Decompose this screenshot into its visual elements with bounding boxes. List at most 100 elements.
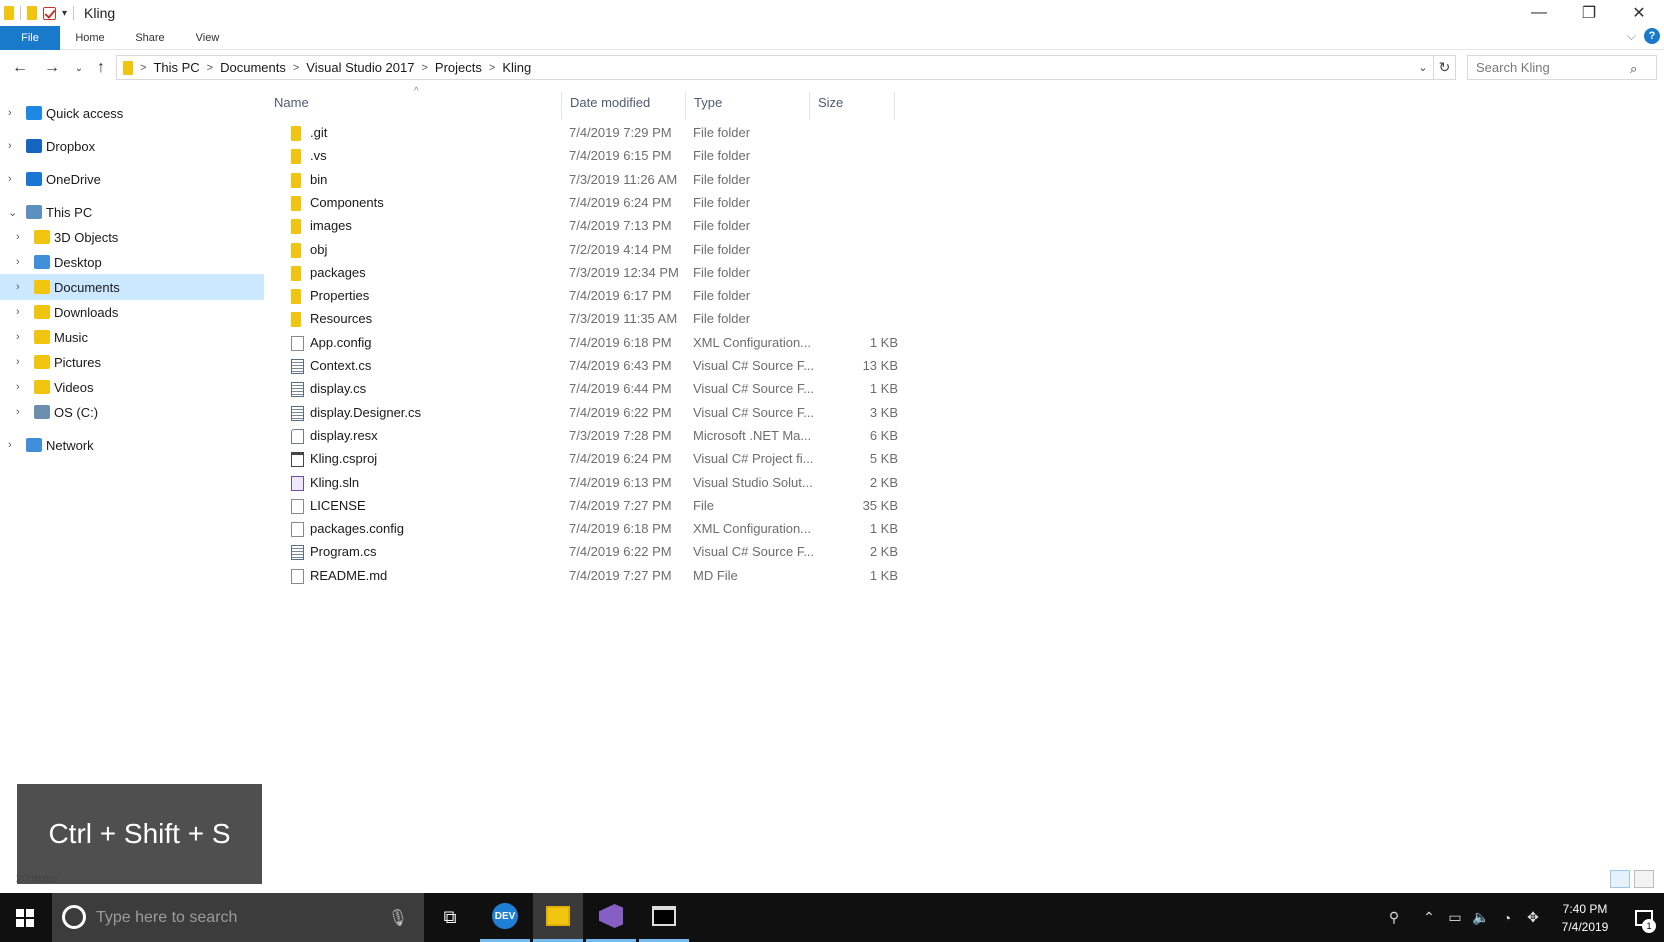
battery-icon[interactable]: ▭: [1443, 909, 1467, 926]
collapse-chevron-icon[interactable]: ⌄: [8, 206, 17, 219]
expand-chevron-icon[interactable]: ›: [16, 381, 20, 393]
taskbar-search-box[interactable]: Type here to search 🎙: [52, 893, 424, 942]
column-header-date-modified[interactable]: Date modified: [562, 84, 685, 120]
tab-file[interactable]: File: [0, 25, 60, 50]
nav-item-dropbox[interactable]: › Dropbox: [0, 133, 264, 159]
breadcrumb-separator-icon[interactable]: >: [421, 62, 427, 74]
taskbar-edge-dev[interactable]: DEV: [480, 893, 530, 942]
nav-item-downloads[interactable]: › Downloads: [0, 299, 264, 325]
file-row[interactable]: LICENSE 7/4/2019 7:27 PM File 35 KB: [266, 495, 906, 518]
address-dropdown-chevron-icon[interactable]: ⌄: [1413, 61, 1433, 74]
expand-chevron-icon[interactable]: ›: [16, 406, 20, 418]
address-bar[interactable]: > This PC > Documents > Visual Studio 20…: [116, 55, 1456, 80]
file-row[interactable]: App.config 7/4/2019 6:18 PM XML Configurat…: [266, 332, 906, 355]
breadcrumb-projects[interactable]: Projects: [435, 60, 482, 75]
breadcrumb-documents[interactable]: Documents: [220, 60, 286, 75]
nav-item-pictures[interactable]: › Pictures: [0, 349, 264, 375]
file-row[interactable]: Properties 7/4/2019 6:17 PM File folder: [266, 285, 906, 308]
forward-arrow-icon[interactable]: →: [40, 56, 64, 80]
file-row[interactable]: README.md 7/4/2019 7:27 PM MD File 1 KB: [266, 565, 906, 588]
taskbar-command-prompt[interactable]: [639, 893, 689, 942]
file-row[interactable]: Resources 7/3/2019 11:35 AM File folder: [266, 308, 906, 331]
expand-chevron-icon[interactable]: ›: [8, 107, 12, 119]
nav-item-music[interactable]: › Music: [0, 324, 264, 350]
refresh-icon[interactable]: ↻: [1433, 56, 1455, 79]
taskbar-clock[interactable]: 7:40 PM 7/4/2019: [1546, 900, 1624, 936]
expand-chevron-icon[interactable]: ›: [16, 281, 20, 293]
nav-item-this-pc[interactable]: ⌄ This PC: [0, 199, 264, 225]
breadcrumb-separator-icon[interactable]: >: [293, 62, 299, 74]
column-header-size[interactable]: Size: [810, 84, 894, 120]
nav-item-3d-objects[interactable]: › 3D Objects: [0, 224, 264, 250]
breadcrumb-visual-studio-2017[interactable]: Visual Studio 2017: [306, 60, 414, 75]
help-icon[interactable]: ?: [1644, 28, 1660, 44]
expand-chevron-icon[interactable]: ›: [16, 306, 20, 318]
properties-icon[interactable]: [43, 6, 56, 20]
expand-chevron-icon[interactable]: ›: [16, 256, 20, 268]
expand-ribbon-chevron-icon[interactable]: ⌵: [1627, 29, 1636, 44]
tab-home[interactable]: Home: [60, 26, 120, 50]
file-row[interactable]: display.Designer.cs 7/4/2019 6:22 PM Visua…: [266, 402, 906, 425]
nav-item-quick-access[interactable]: › Quick access: [0, 100, 264, 126]
minimize-button[interactable]: —: [1514, 0, 1564, 26]
file-row[interactable]: .vs 7/4/2019 6:15 PM File folder: [266, 145, 906, 168]
nav-item-desktop[interactable]: › Desktop: [0, 249, 264, 275]
file-row[interactable]: Kling.csproj 7/4/2019 6:24 PM Visual C# Pr…: [266, 448, 906, 471]
file-row[interactable]: Program.cs 7/4/2019 6:22 PM Visual C# Sour…: [266, 541, 906, 564]
breadcrumb-kling[interactable]: Kling: [502, 60, 531, 75]
large-icons-view-icon[interactable]: [1634, 870, 1654, 888]
show-hidden-icons-chevron-icon[interactable]: ⌃: [1417, 909, 1441, 926]
file-row[interactable]: display.cs 7/4/2019 6:44 PM Visual C# Sour…: [266, 378, 906, 401]
taskbar-visual-studio[interactable]: [586, 893, 636, 942]
column-header-type[interactable]: Type: [686, 84, 809, 120]
file-row[interactable]: packages 7/3/2019 12:34 PM File folder: [266, 262, 906, 285]
nav-item-onedrive[interactable]: › OneDrive: [0, 166, 264, 192]
expand-chevron-icon[interactable]: ›: [8, 439, 12, 451]
nav-item-videos[interactable]: › Videos: [0, 374, 264, 400]
expand-chevron-icon[interactable]: ›: [16, 331, 20, 343]
file-row[interactable]: obj 7/2/2019 4:14 PM File folder: [266, 239, 906, 262]
file-row[interactable]: .git 7/4/2019 7:29 PM File folder: [266, 122, 906, 145]
maximize-button[interactable]: ❐: [1564, 0, 1614, 26]
volume-icon[interactable]: 🔈: [1469, 909, 1493, 926]
dropbox-tray-icon[interactable]: ✥: [1521, 909, 1545, 926]
back-arrow-icon[interactable]: ←: [8, 56, 32, 80]
file-row[interactable]: Kling.sln 7/4/2019 6:13 PM Visual Studio S…: [266, 472, 906, 495]
breadcrumb-separator-icon[interactable]: >: [207, 62, 213, 74]
microphone-icon[interactable]: 🎙: [388, 908, 408, 928]
file-row[interactable]: Context.cs 7/4/2019 6:43 PM Visual C# Sour…: [266, 355, 906, 378]
expand-chevron-icon[interactable]: ›: [16, 356, 20, 368]
network-wifi-icon[interactable]: ◔: [1495, 910, 1519, 926]
search-icon[interactable]: ⌕: [1630, 61, 1637, 77]
up-arrow-icon[interactable]: ↑: [89, 56, 113, 80]
breadcrumb-this-pc[interactable]: This PC: [153, 60, 199, 75]
tab-view[interactable]: View: [180, 26, 235, 50]
expand-chevron-icon[interactable]: ›: [16, 231, 20, 243]
action-center-button[interactable]: 1: [1624, 893, 1664, 942]
new-folder-icon[interactable]: [27, 6, 37, 20]
recent-locations-chevron-icon[interactable]: ⌄: [67, 56, 91, 80]
nav-item-documents[interactable]: › Documents: [0, 274, 264, 300]
expand-chevron-icon[interactable]: ›: [8, 140, 12, 152]
nav-item-os-c[interactable]: › OS (C:): [0, 399, 264, 425]
file-row[interactable]: bin 7/3/2019 11:26 AM File folder: [266, 169, 906, 192]
close-button[interactable]: ✕: [1614, 0, 1664, 26]
start-button[interactable]: [0, 893, 50, 942]
column-header-name[interactable]: Name ^: [266, 84, 561, 120]
file-row[interactable]: Components 7/4/2019 6:24 PM File folder: [266, 192, 906, 215]
people-icon[interactable]: ⚲: [1382, 909, 1406, 926]
expand-chevron-icon[interactable]: ›: [8, 173, 12, 185]
file-row[interactable]: display.resx 7/3/2019 7:28 PM Microsoft .N…: [266, 425, 906, 448]
breadcrumb-separator-icon[interactable]: >: [140, 62, 146, 74]
customize-toolbar-arrow-icon[interactable]: ▾: [62, 8, 67, 19]
nav-item-network[interactable]: › Network: [0, 432, 264, 458]
column-divider[interactable]: [894, 92, 895, 120]
file-row[interactable]: packages.config 7/4/2019 6:18 PM XML Confi…: [266, 518, 906, 541]
details-view-icon[interactable]: [1610, 870, 1630, 888]
search-input[interactable]: Search Kling: [1467, 55, 1657, 80]
file-row[interactable]: images 7/4/2019 7:13 PM File folder: [266, 215, 906, 238]
breadcrumb-separator-icon[interactable]: >: [489, 62, 495, 74]
task-view-icon[interactable]: ⧉: [425, 893, 475, 942]
taskbar-file-explorer[interactable]: [533, 893, 583, 942]
tab-share[interactable]: Share: [120, 26, 180, 50]
